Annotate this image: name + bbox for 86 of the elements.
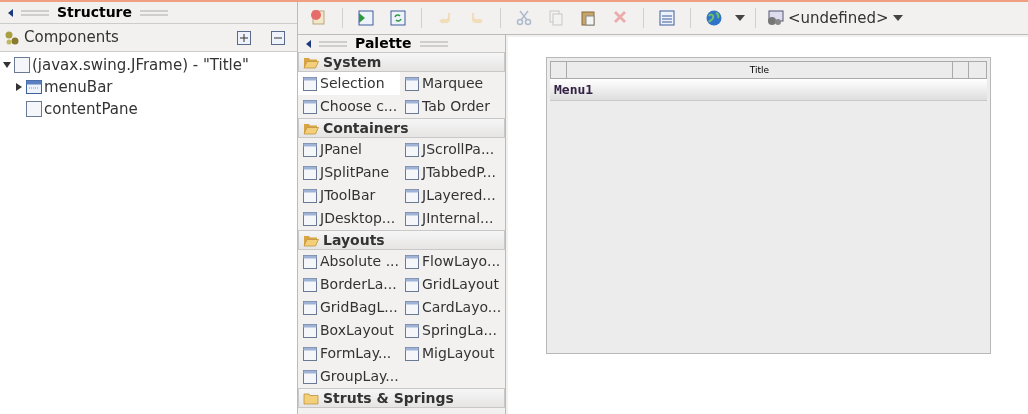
- run-icon: [356, 8, 376, 28]
- widget-icon: [404, 75, 420, 92]
- palette-item[interactable]: GroupLay...: [298, 365, 400, 388]
- folder-icon: [303, 391, 319, 405]
- widget-icon: [404, 276, 420, 293]
- section-label: Components: [24, 27, 120, 49]
- widget-icon: [302, 299, 318, 316]
- expand-all-icon[interactable]: [237, 30, 251, 45]
- collapsed-arrow-icon[interactable]: [15, 83, 23, 91]
- palette-item[interactable]: JLayered...: [400, 184, 502, 207]
- palette-item[interactable]: Marquee: [400, 72, 502, 95]
- menu-item[interactable]: Menu1: [554, 79, 594, 100]
- tree-item[interactable]: (javax.swing.JFrame) - "Title": [32, 53, 249, 77]
- form-icon: [657, 8, 677, 28]
- palette-item[interactable]: JDesktop...: [298, 207, 400, 230]
- widget-icon: [404, 345, 420, 362]
- grip-icon: [140, 9, 168, 16]
- open-folder-icon: [303, 233, 319, 247]
- panel-title: Structure: [57, 3, 132, 22]
- palette-item[interactable]: BoxLayout: [298, 319, 400, 342]
- window-icon: [14, 57, 30, 73]
- palette-item[interactable]: CardLayo...: [400, 296, 502, 319]
- look-and-feel-dropdown[interactable]: <undefined>: [766, 6, 903, 30]
- palette-item[interactable]: FlowLayo...: [400, 250, 502, 273]
- widget-icon: [302, 141, 318, 158]
- window-icon: [26, 101, 42, 117]
- tree-item[interactable]: menuBar: [44, 75, 113, 99]
- palette-item[interactable]: JScrollPa...: [400, 138, 502, 161]
- collapse-all-icon[interactable]: [271, 30, 285, 45]
- widget-icon: [404, 187, 420, 204]
- palette-item[interactable]: BorderLa...: [298, 273, 400, 296]
- grip-icon: [319, 40, 347, 47]
- widget-icon: [302, 164, 318, 181]
- widget-icon: [302, 322, 318, 339]
- caret-icon: [892, 15, 903, 21]
- widget-icon: [302, 210, 318, 227]
- widget-icon: [302, 98, 318, 115]
- category-header[interactable]: Layouts: [298, 230, 505, 250]
- category-header[interactable]: System: [298, 52, 505, 72]
- collapse-arrow-icon[interactable]: [306, 39, 311, 48]
- widget-icon: [302, 368, 318, 385]
- palette-item[interactable]: JInternal...: [400, 207, 502, 230]
- palette-item[interactable]: SpringLa...: [400, 319, 502, 342]
- palette-item[interactable]: GridLayout: [400, 273, 502, 296]
- open-folder-icon: [303, 121, 319, 135]
- grip-icon: [21, 9, 49, 16]
- tree-item[interactable]: contentPane: [44, 97, 138, 121]
- widget-icon: [302, 253, 318, 270]
- scissors-icon: [514, 8, 534, 28]
- globe-icon: [704, 8, 724, 28]
- gear-window-icon: [766, 10, 784, 26]
- palette-item[interactable]: FormLay...: [298, 342, 400, 365]
- refresh-icon: [388, 8, 408, 28]
- palette-item[interactable]: JToolBar: [298, 184, 400, 207]
- widget-icon: [302, 75, 318, 92]
- grip-icon: [419, 40, 448, 47]
- widget-icon: [404, 98, 420, 115]
- widget-icon: [302, 276, 318, 293]
- palette-item[interactable]: Absolute ...: [298, 250, 400, 273]
- frame-title: Title: [748, 64, 771, 77]
- copy-icon: [546, 8, 566, 28]
- widget-icon: [404, 322, 420, 339]
- open-folder-icon: [303, 55, 319, 69]
- palette-item[interactable]: JTabbedP...: [400, 161, 502, 184]
- widget-icon: [404, 253, 420, 270]
- category-header[interactable]: Containers: [298, 118, 505, 138]
- widget-icon: [404, 210, 420, 227]
- palette-item[interactable]: Tab Order: [400, 95, 502, 118]
- menubar-icon: [26, 80, 42, 94]
- panel-title: Palette: [355, 34, 412, 53]
- widget-icon: [404, 164, 420, 181]
- clipboard-icon: [578, 8, 598, 28]
- expanded-arrow-icon[interactable]: [3, 61, 11, 69]
- widget-icon: [404, 141, 420, 158]
- category-header[interactable]: Struts & Springs: [298, 388, 505, 408]
- widget-icon: [404, 299, 420, 316]
- palette-item[interactable]: Choose c...: [298, 95, 400, 118]
- palette-item[interactable]: JPanel: [298, 138, 400, 161]
- widget-icon: [302, 187, 318, 204]
- palette-item[interactable]: Selection: [298, 72, 400, 95]
- palette-item[interactable]: GridBagL...: [298, 296, 400, 319]
- collapse-arrow-icon[interactable]: [8, 8, 13, 17]
- caret-icon: [735, 15, 745, 21]
- widget-icon: [302, 345, 318, 362]
- palette-item[interactable]: JSplitPane: [298, 161, 400, 184]
- palette-item[interactable]: MigLayout: [400, 342, 502, 365]
